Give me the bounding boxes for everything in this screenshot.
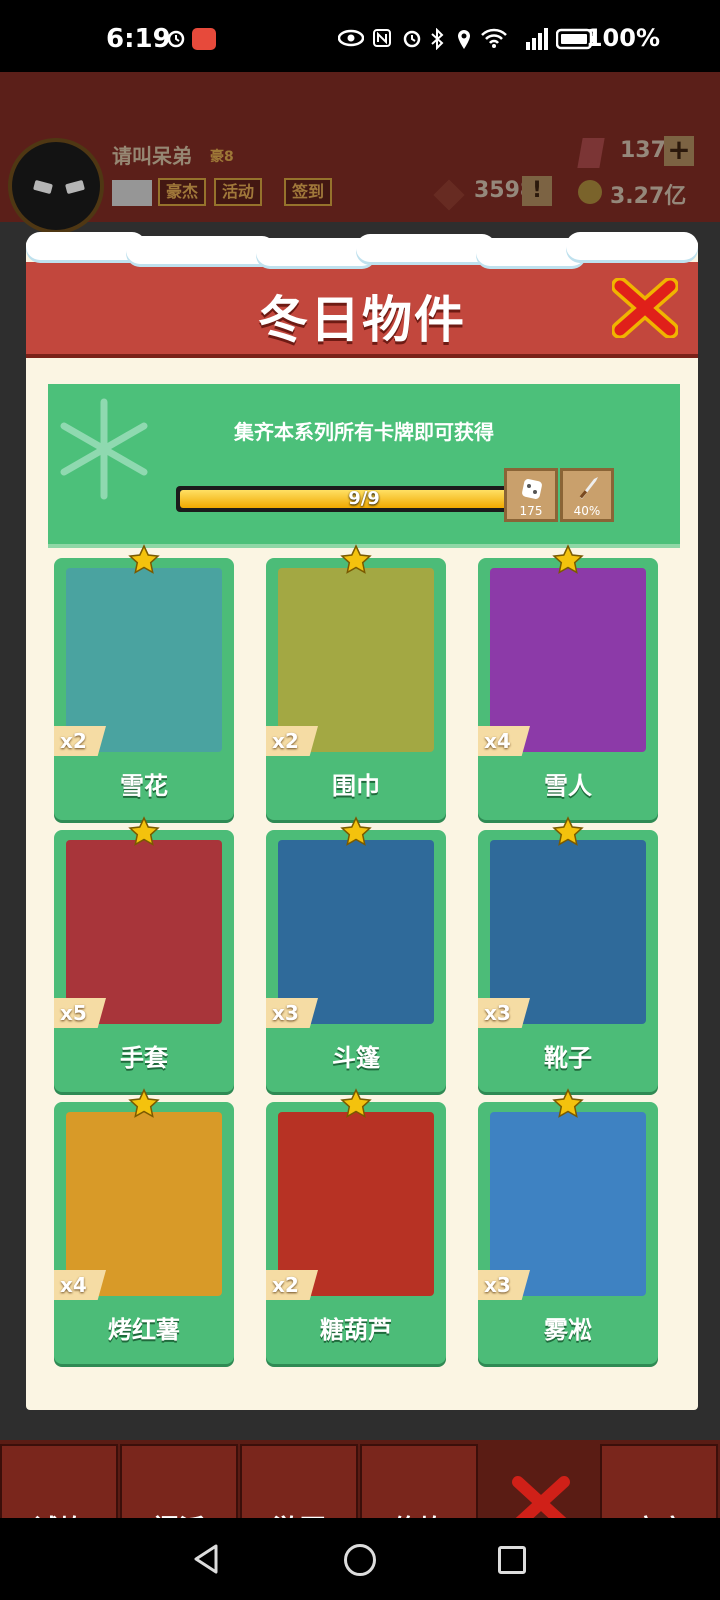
dialog-header: 冬日物件: [26, 262, 698, 358]
collection-banner: 集齐本系列所有卡牌即可获得: [48, 384, 680, 548]
star-icon: [552, 816, 584, 846]
reward-label: 175: [519, 504, 543, 518]
back-icon[interactable]: [192, 1544, 220, 1574]
eye-icon: [337, 28, 365, 48]
scarf-art: [278, 568, 434, 752]
card-name: 围巾: [332, 772, 380, 800]
snow-decoration: [26, 232, 698, 268]
star-icon: [552, 1088, 584, 1118]
snowflake-icon: [54, 394, 154, 504]
star-icon: [340, 544, 372, 574]
app-notification-icon: [192, 28, 216, 50]
card-gloves[interactable]: x5 手套: [54, 816, 234, 1092]
card-candied-haws[interactable]: x2 糖葫芦: [266, 1088, 446, 1364]
card-name: 雪花: [120, 772, 168, 800]
snowflake-art: [66, 568, 222, 752]
card-scarf[interactable]: x2 围巾: [266, 544, 446, 820]
reward-sword[interactable]: 40%: [560, 468, 614, 522]
card-rime[interactable]: x3 雾凇: [478, 1088, 658, 1364]
boots-art: [490, 840, 646, 1024]
alarm-icon: [166, 28, 186, 48]
close-icon[interactable]: [611, 277, 679, 339]
card-name: 手套: [120, 1044, 168, 1072]
battery-percent: 100%: [585, 24, 660, 52]
alarm-icon: [402, 28, 422, 48]
card-count: x3: [478, 998, 530, 1028]
home-icon[interactable]: [344, 1544, 376, 1576]
card-name: 斗篷: [332, 1044, 380, 1072]
rime-art: [490, 1112, 646, 1296]
star-icon: [128, 544, 160, 574]
card-count: x2: [266, 726, 318, 756]
progress-text: 9/9: [348, 488, 380, 509]
card-cloak[interactable]: x3 斗篷: [266, 816, 446, 1092]
snowman-art: [490, 568, 646, 752]
dialog-title: 冬日物件: [258, 291, 466, 349]
signal-icon: [512, 28, 548, 50]
card-sweet-potato[interactable]: x4 烤红薯: [54, 1088, 234, 1364]
card-name: 糖葫芦: [320, 1316, 392, 1344]
banner-text: 集齐本系列所有卡牌即可获得: [234, 420, 494, 444]
candied-haws-art: [278, 1112, 434, 1296]
star-icon: [340, 816, 372, 846]
card-count: x2: [54, 726, 106, 756]
nfc-icon: [372, 28, 392, 48]
card-boots[interactable]: x3 靴子: [478, 816, 658, 1092]
cloak-art: [278, 840, 434, 1024]
wifi-icon: [480, 28, 508, 48]
card-name: 烤红薯: [108, 1316, 180, 1344]
star-icon: [340, 1088, 372, 1118]
location-icon: [456, 28, 472, 49]
card-name: 雾凇: [544, 1316, 592, 1344]
status-time: 6:19: [106, 24, 171, 54]
card-name: 雪人: [544, 772, 592, 800]
card-snowflake[interactable]: x2 雪花: [54, 544, 234, 820]
card-count: x4: [478, 726, 530, 756]
card-count: x3: [478, 1270, 530, 1300]
sweet-potato-art: [66, 1112, 222, 1296]
card-name: 靴子: [544, 1044, 592, 1072]
card-count: x5: [54, 998, 106, 1028]
status-bar: 6:19 100%: [0, 0, 720, 72]
reward-label: 40%: [573, 504, 601, 518]
star-icon: [128, 1088, 160, 1118]
card-count: x2: [266, 1270, 318, 1300]
reward-dice[interactable]: 175: [504, 468, 558, 522]
card-count: x3: [266, 998, 318, 1028]
sword-icon: [576, 475, 600, 505]
recent-apps-icon[interactable]: [498, 1546, 526, 1574]
star-icon: [552, 544, 584, 574]
star-icon: [128, 816, 160, 846]
card-count: x4: [54, 1270, 106, 1300]
dice-icon: [520, 477, 544, 505]
gloves-art: [66, 840, 222, 1024]
card-snowman[interactable]: x4 雪人: [478, 544, 658, 820]
bluetooth-icon: [430, 27, 444, 51]
